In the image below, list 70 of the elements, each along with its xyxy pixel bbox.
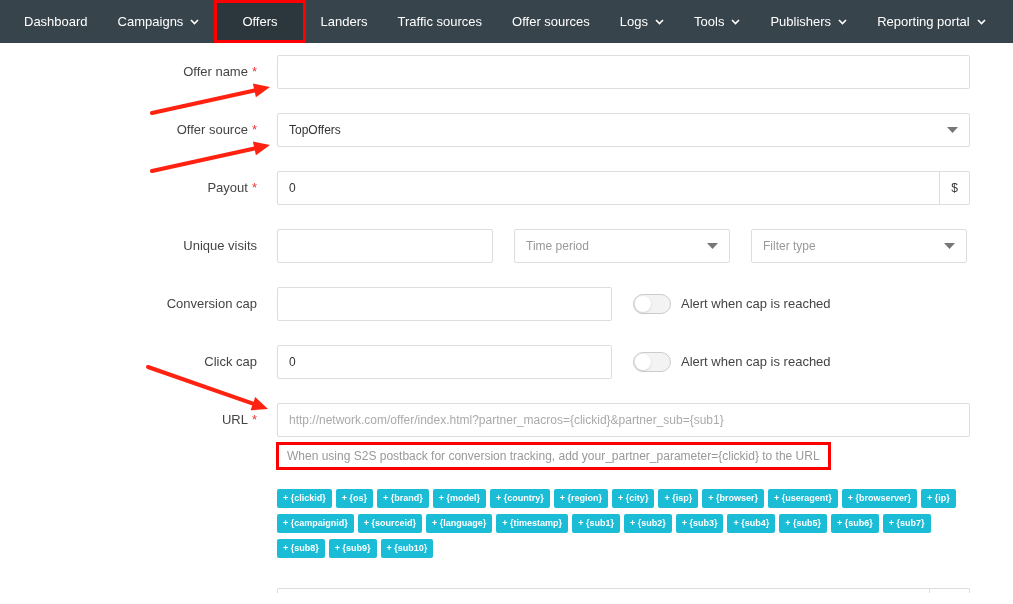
macro-tag-button[interactable]: + {sub2} [623, 514, 672, 533]
required-mark: * [251, 121, 257, 140]
text-input[interactable]: 0 [277, 345, 612, 379]
text-input[interactable]: http://network.com/offer/index.html?partner_macros={clickid}&partner_sub={sub1} [277, 403, 970, 437]
field-label: Payout [207, 179, 248, 198]
macro-tag-button[interactable]: + {ip} [921, 489, 956, 508]
chevron-down-icon [838, 18, 848, 25]
macro-tag-button[interactable]: + {browser} [702, 489, 764, 508]
dropdown-select[interactable]: TopOffers [277, 113, 970, 147]
text-input[interactable] [277, 229, 493, 263]
field-label: Offer source [176, 121, 248, 140]
field-label: Click cap [204, 353, 257, 372]
text-input[interactable] [277, 55, 970, 89]
field-label: Unique visits [183, 237, 257, 256]
macro-tag-button[interactable]: + {brand} [377, 489, 429, 508]
nav-link[interactable]: Traffic sources [382, 0, 498, 43]
macro-tag-button[interactable]: + {language} [426, 514, 493, 533]
required-mark: * [251, 411, 257, 430]
macro-tag-button[interactable]: + {sub1} [572, 514, 620, 533]
macro-tag-button[interactable]: + {sourceid} [357, 514, 423, 533]
macro-tag-button[interactable]: + {sub6} [831, 514, 879, 533]
text-input[interactable] [277, 588, 970, 593]
chevron-down-icon [655, 18, 665, 25]
nav-link[interactable]: Landers [305, 0, 383, 43]
required-mark: * [251, 63, 257, 82]
nav-link[interactable]: Tools [679, 0, 756, 43]
field-label: URL [221, 411, 248, 430]
nav-link[interactable]: Publishers [755, 0, 863, 43]
nav-link[interactable]: Offers [214, 0, 306, 43]
macro-tag-button[interactable]: + {useragent} [767, 489, 838, 508]
macro-tag-button[interactable]: + {timestamp} [496, 514, 569, 533]
dropdown-select[interactable]: Filter type [751, 229, 967, 263]
macro-tag-button[interactable]: + {sub10} [380, 539, 434, 558]
nav-link[interactable]: Logs [604, 0, 680, 43]
nav-link[interactable]: Reporting portal [862, 0, 1001, 43]
chevron-down-icon [731, 18, 741, 25]
dropdown-select[interactable]: Time period [514, 229, 730, 263]
dropdown-arrow-icon [944, 243, 955, 249]
macro-tag-button[interactable]: + {model} [432, 489, 487, 508]
macro-tag-button[interactable]: + {isp} [658, 489, 699, 508]
required-mark: * [251, 179, 257, 198]
chevron-down-icon [190, 18, 200, 25]
chevron-down-icon [976, 18, 986, 25]
help-text: When using S2S postback for conversion tracking, add your_partner_parameter={clickid} to the URL [277, 443, 830, 469]
macro-tag-button[interactable]: + {sub4} [727, 514, 776, 533]
nav-link[interactable]: Offer sources [497, 0, 605, 43]
macro-tag-button[interactable]: + {country} [490, 489, 550, 508]
nav-link[interactable]: Campaigns [102, 0, 215, 43]
dropdown-arrow-icon [707, 243, 718, 249]
field-label: Offer name [183, 63, 248, 82]
macro-tag-button[interactable]: + {sub8} [277, 539, 325, 558]
macro-tag-button[interactable]: + {sub9} [328, 539, 377, 558]
toggle-switch[interactable] [633, 294, 671, 314]
text-input[interactable] [277, 287, 612, 321]
toggle-label: Alert when cap is reached [681, 295, 831, 314]
toggle-label: Alert when cap is reached [681, 353, 831, 372]
macro-tag-button[interactable]: + {sub7} [882, 514, 931, 533]
macro-tag-button[interactable]: + {sub3} [675, 514, 724, 533]
macro-tag-button[interactable]: + {clickid} [277, 489, 332, 508]
macro-tag-button[interactable]: + {city} [612, 489, 655, 508]
toggle-switch[interactable] [633, 352, 671, 372]
currency-input[interactable]: 0 $ [277, 171, 970, 205]
macro-tag-button[interactable]: + {os} [335, 489, 374, 508]
macro-tag-button[interactable]: + {sub5} [779, 514, 828, 533]
macro-tag-button[interactable]: + {region} [553, 489, 609, 508]
dropdown-arrow-icon [947, 127, 958, 133]
macro-tag-button[interactable]: + {browserver} [841, 489, 917, 508]
nav-link[interactable]: Dashboard [9, 0, 103, 43]
macro-tag-button[interactable]: + {campaignid} [277, 514, 354, 533]
field-label: Conversion cap [166, 295, 257, 314]
